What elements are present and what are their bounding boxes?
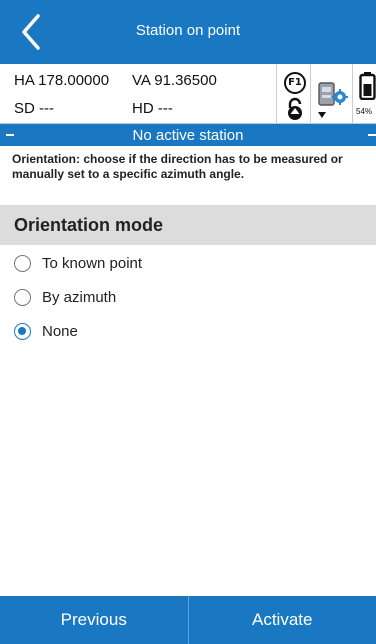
option-label: To known point xyxy=(42,255,143,272)
option-none[interactable]: None xyxy=(0,316,376,348)
option-by-azimuth[interactable]: By azimuth xyxy=(0,282,376,314)
status-panel: HA 178.00000 VA 91.36500 SD --- HD --- F… xyxy=(0,64,376,124)
divider xyxy=(352,64,353,124)
section-header: Orientation mode xyxy=(0,205,376,245)
battery-percent: 54% xyxy=(356,107,373,116)
activate-button[interactable]: Activate xyxy=(189,596,376,644)
f1-button[interactable]: F1 xyxy=(284,72,306,94)
station-status-text: No active station xyxy=(132,127,244,144)
hd-value: HD --- xyxy=(132,100,173,117)
page-title: Station on point xyxy=(135,22,241,39)
app-header: Station on point xyxy=(0,0,376,64)
option-label: None xyxy=(42,323,78,340)
va-value: VA 91.36500 xyxy=(132,72,217,89)
sd-value: SD --- xyxy=(14,100,54,117)
divider xyxy=(276,64,277,124)
total-station-icon[interactable] xyxy=(316,80,348,110)
instruction-text: Orientation: choose if the direction has… xyxy=(12,152,343,181)
right-arrow-icon xyxy=(368,134,376,136)
bottom-action-bar: Previous Activate xyxy=(0,596,376,644)
option-label: By azimuth xyxy=(42,289,117,306)
station-status-bar: No active station xyxy=(0,124,376,146)
radio-button[interactable] xyxy=(14,255,31,272)
radio-button[interactable] xyxy=(14,289,31,306)
option-to-known-point[interactable]: To known point xyxy=(0,248,376,280)
battery-icon xyxy=(359,72,376,100)
previous-button[interactable]: Previous xyxy=(0,596,188,644)
chevron-down-icon[interactable] xyxy=(318,112,326,118)
radio-dot xyxy=(18,327,26,335)
section-title: Orientation mode xyxy=(14,215,164,235)
radio-button-selected[interactable] xyxy=(14,323,31,340)
ha-value: HA 178.00000 xyxy=(14,72,110,89)
divider xyxy=(310,64,311,124)
lock-icon[interactable] xyxy=(284,97,306,121)
